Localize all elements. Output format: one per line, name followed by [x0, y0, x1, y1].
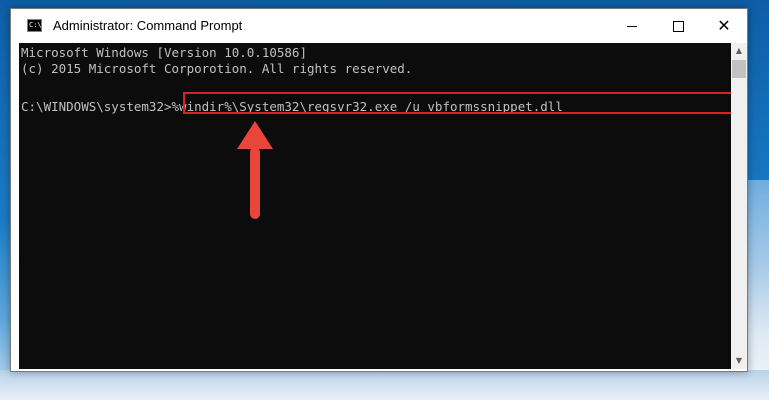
maximize-icon [673, 21, 684, 32]
close-button[interactable]: ✕ [701, 9, 747, 43]
command-highlight-box [183, 92, 733, 114]
maximize-button[interactable] [655, 9, 701, 43]
console-line-version: Microsoft Windows [Version 10.0.10586] [21, 45, 307, 60]
minimize-icon [627, 26, 637, 27]
window-title: Administrator: Command Prompt [53, 18, 243, 33]
cmd-icon-glyph: C:\ [29, 21, 42, 29]
prompt-path: C:\WINDOWS\system32> [21, 99, 172, 114]
title-bar[interactable]: C:\ Administrator: Command Prompt ✕ [11, 9, 747, 43]
up-arrow-icon [237, 121, 273, 219]
console-output[interactable]: Microsoft Windows [Version 10.0.10586] (… [19, 43, 733, 369]
arrow-shaft [250, 147, 260, 219]
close-icon: ✕ [717, 16, 731, 35]
scroll-thumb[interactable] [732, 60, 746, 78]
arrow-head [237, 121, 273, 149]
desktop-wallpaper-ground [0, 370, 769, 400]
minimize-button[interactable] [609, 9, 655, 43]
cmd-icon[interactable]: C:\ [27, 19, 42, 32]
scroll-up-button[interactable]: ▲ [731, 43, 747, 59]
console-line-copyright: (c) 2015 Microsoft Corporotion. All righ… [21, 61, 413, 76]
command-prompt-window: C:\ Administrator: Command Prompt ✕ Micr… [10, 8, 748, 372]
vertical-scrollbar[interactable]: ▲ ▼ [731, 43, 747, 369]
scroll-down-button[interactable]: ▼ [731, 353, 747, 369]
